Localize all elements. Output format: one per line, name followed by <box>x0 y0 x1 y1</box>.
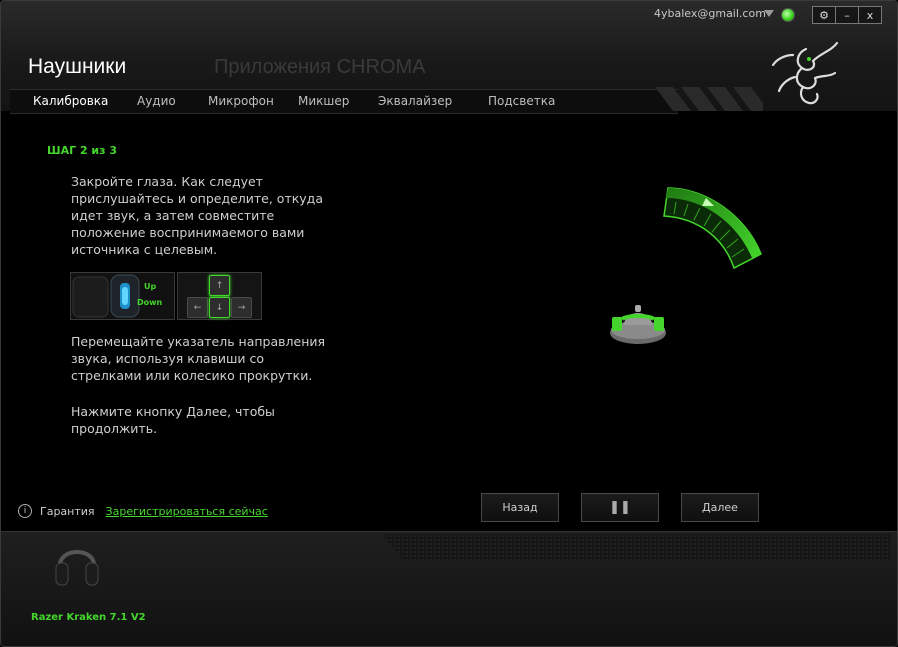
tab-microphone[interactable]: Микрофон <box>208 94 274 108</box>
instruction-text-1: Закройте глаза. Как следует прислушайтес… <box>71 174 323 257</box>
instruction-text-3: Нажмите кнопку Далее, чтобы продолжить. <box>71 404 275 436</box>
mouse-wheel-image: Up Down <box>70 272 175 320</box>
arrow-up-key-icon: ↑ <box>209 275 230 296</box>
app-window: 4ybalex@gmail.com ⚙ – x Наушники Приложе… <box>0 0 898 647</box>
tab-audio[interactable]: Аудио <box>137 94 176 108</box>
tab-lighting[interactable]: Подсветка <box>488 94 555 108</box>
warranty-label: Гарантия <box>40 504 95 518</box>
scroll-down-label: Down <box>137 298 163 307</box>
listener-head-icon <box>610 305 666 344</box>
pause-button[interactable]: ❚❚ <box>581 493 659 522</box>
tab-mixer[interactable]: Микшер <box>298 94 349 108</box>
arrow-left-key-icon: ← <box>187 297 208 318</box>
device-footer <box>1 531 897 646</box>
status-dot-icon <box>781 8 795 22</box>
arrow-keys-image: ↑ ← ↓ → <box>177 272 262 320</box>
scroll-up-label: Up <box>144 282 157 291</box>
chroma-apps-link[interactable]: Приложения CHROMA <box>214 56 425 79</box>
mouse-icon <box>72 274 140 318</box>
back-button[interactable]: Назад <box>481 493 559 522</box>
window-controls: ⚙ – x <box>812 6 882 24</box>
tab-bar: Калибровка Аудио Микрофон Микшер Эквалай… <box>10 89 678 114</box>
minimize-button[interactable]: – <box>835 6 859 24</box>
tab-equalizer[interactable]: Эквалайзер <box>378 94 452 108</box>
warranty-row: i Гарантия Зарегистрироваться сейчас <box>18 504 268 518</box>
info-icon: i <box>18 504 32 518</box>
arrow-down-key-icon: ↓ <box>209 297 230 318</box>
step-indicator: ШАГ 2 из 3 <box>47 144 118 157</box>
user-menu-caret-icon[interactable] <box>764 10 774 17</box>
user-email[interactable]: 4ybalex@gmail.com <box>654 7 766 20</box>
direction-arc-indicator[interactable] <box>656 176 771 276</box>
device-name: Razer Kraken 7.1 V2 <box>31 612 146 623</box>
decorative-stripes <box>655 87 763 111</box>
headset-icon[interactable] <box>54 537 100 589</box>
arrow-right-key-icon: → <box>231 297 252 318</box>
next-button[interactable]: Далее <box>681 493 759 522</box>
tab-calibration[interactable]: Калибровка <box>33 94 108 108</box>
page-title: Наушники <box>28 55 127 78</box>
settings-button[interactable]: ⚙ <box>812 6 836 24</box>
instruction-text-2: Перемещайте указатель направления звука,… <box>71 334 326 383</box>
close-button[interactable]: x <box>858 6 882 24</box>
razer-logo-icon <box>771 41 839 105</box>
register-now-link[interactable]: Зарегистрироваться сейчас <box>106 505 268 518</box>
decorative-footer-band <box>381 534 891 560</box>
